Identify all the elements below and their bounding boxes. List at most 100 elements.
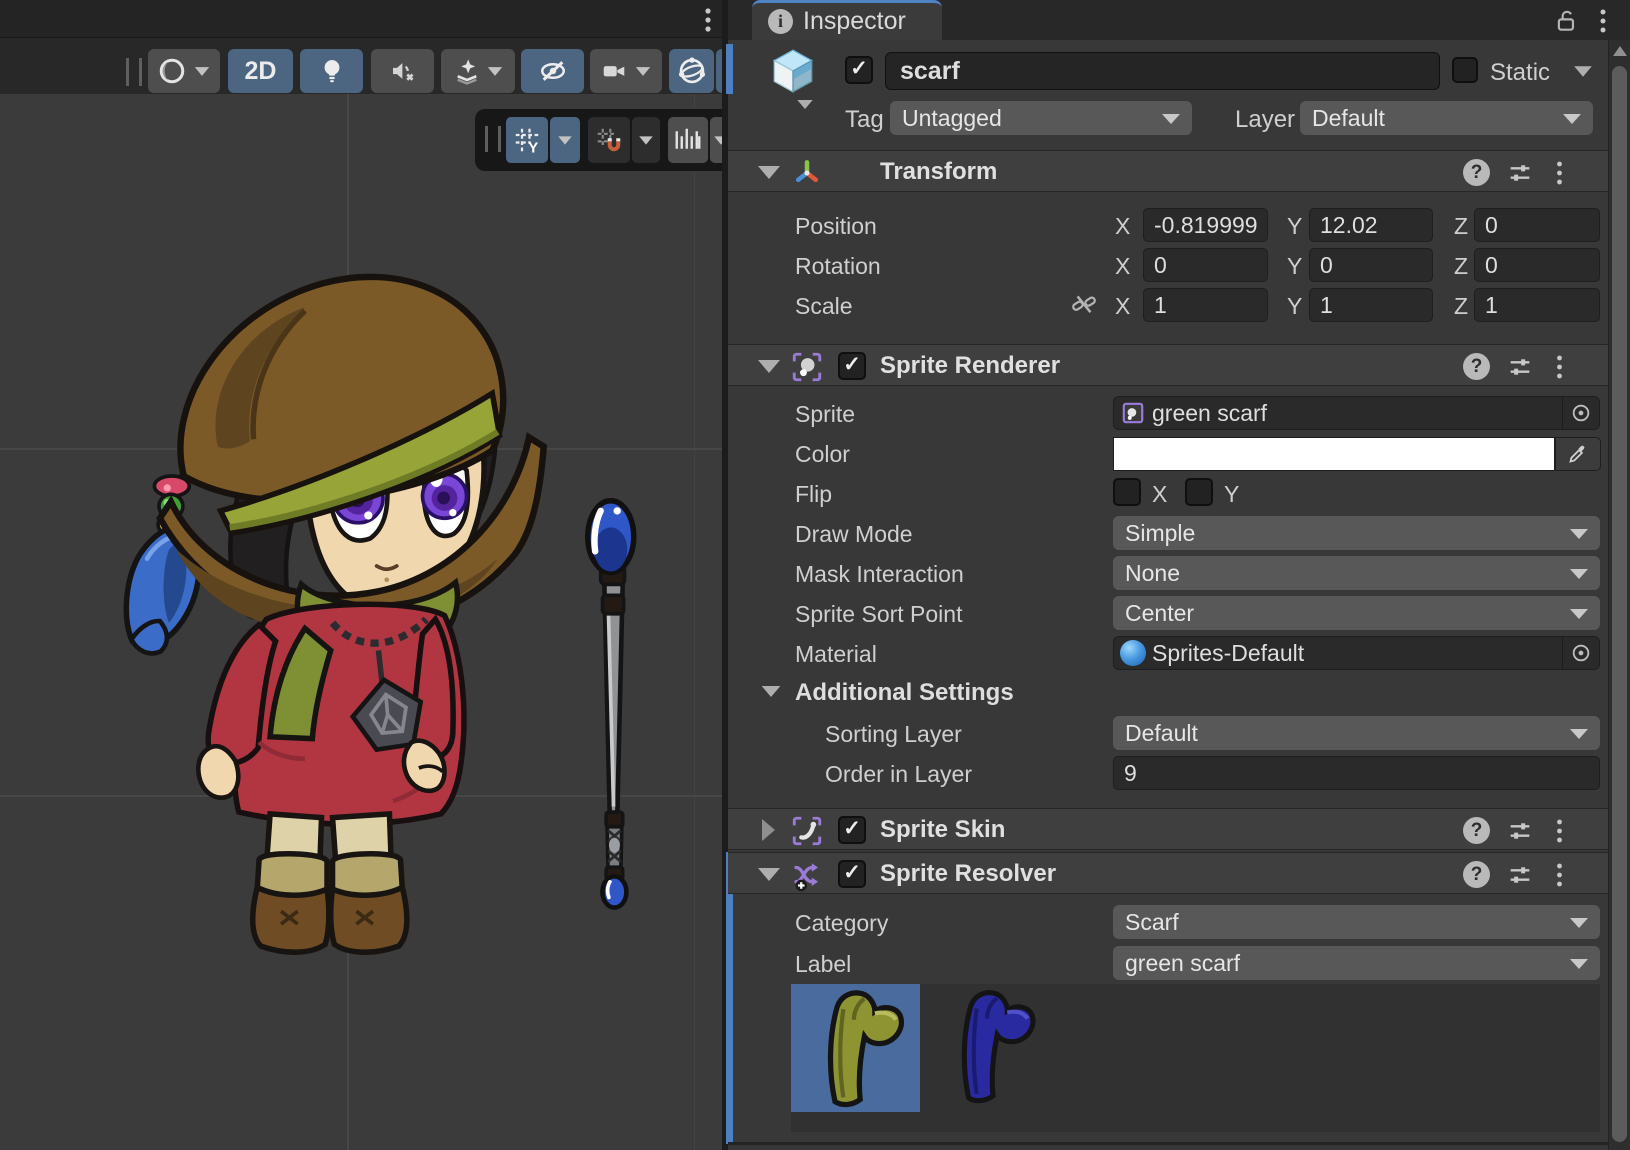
gameobject-name-field[interactable] [885, 52, 1440, 90]
component-menu-kebab-icon[interactable] [1553, 861, 1566, 889]
grid-snapping-button[interactable] [588, 117, 630, 163]
presets-icon[interactable] [1506, 159, 1534, 187]
chevron-down-icon [639, 136, 653, 144]
material-label: Material [795, 641, 877, 668]
object-picker-icon[interactable] [1562, 397, 1599, 429]
sprite-resolver-header[interactable]: Sprite Resolver [728, 852, 1608, 894]
flip-y-checkbox[interactable] [1185, 478, 1213, 506]
component-menu-kebab-icon[interactable] [1553, 817, 1566, 845]
snap-increment-dropdown[interactable] [710, 117, 722, 163]
position-y-field[interactable] [1309, 208, 1433, 242]
label-dropdown[interactable]: green scarf [1113, 946, 1600, 980]
static-checkbox[interactable] [1452, 57, 1478, 83]
help-icon[interactable] [1463, 861, 1490, 888]
material-object-field[interactable]: Sprites-Default [1113, 636, 1600, 670]
sprite-renderer-enabled-checkbox[interactable] [838, 352, 866, 380]
lock-open-icon[interactable] [1554, 8, 1580, 34]
2d-view-button[interactable]: 2D [228, 49, 293, 93]
scene-viewport[interactable]: Y [0, 94, 722, 1150]
help-icon[interactable] [1463, 817, 1490, 844]
rotation-x-field[interactable] [1143, 248, 1268, 282]
green-scarf-thumbnail-icon [801, 984, 911, 1110]
sprite-variant-green-scarf[interactable] [791, 984, 920, 1112]
scrollbar-thumb[interactable] [1612, 66, 1627, 1142]
position-x-field[interactable] [1143, 208, 1268, 242]
component-menu-kebab-icon[interactable] [1553, 353, 1566, 381]
toolbar-drag-handle[interactable] [485, 126, 501, 152]
snap-increment-button[interactable] [668, 117, 708, 163]
sprite-skin-header[interactable]: Sprite Skin [728, 808, 1608, 850]
sprite-resolver-accent-bar [726, 852, 733, 1144]
draw-mode-button[interactable] [148, 49, 220, 93]
chevron-down-icon [1570, 959, 1588, 969]
help-icon[interactable] [1463, 159, 1490, 186]
sorting-layer-dropdown[interactable]: Default [1113, 716, 1600, 750]
grid-visibility-button[interactable]: Y [506, 117, 548, 163]
category-dropdown[interactable]: Scarf [1113, 905, 1600, 939]
rotation-y-field[interactable] [1309, 248, 1433, 282]
transform-foldout[interactable] [758, 166, 780, 179]
scene-visibility-button[interactable] [521, 49, 584, 93]
inspector-scrollbar[interactable] [1608, 40, 1630, 1150]
position-label: Position [795, 213, 877, 240]
color-swatch[interactable] [1113, 437, 1555, 471]
toolbar-drag-handle[interactable] [126, 58, 142, 86]
transform-header[interactable]: Transform [728, 150, 1608, 192]
grid-snapping-dropdown[interactable] [632, 117, 660, 163]
rotation-z-field[interactable] [1474, 248, 1600, 282]
sprite-object-field[interactable]: green scarf [1113, 396, 1600, 430]
object-picker-icon[interactable] [1562, 637, 1599, 669]
static-dropdown-arrow[interactable] [1574, 66, 1592, 76]
inspector-menu-kebab-icon[interactable] [1596, 7, 1610, 35]
link-broken-icon[interactable] [1070, 290, 1098, 318]
sprite-skin-foldout[interactable] [762, 819, 775, 841]
presets-icon[interactable] [1506, 817, 1534, 845]
tab-inspector[interactable]: Inspector [752, 0, 942, 40]
scale-x-field[interactable] [1143, 288, 1268, 322]
tag-dropdown[interactable]: Untagged [890, 101, 1192, 135]
scene-lighting-button[interactable] [300, 49, 363, 93]
scale-z-field[interactable] [1474, 288, 1600, 322]
gameobject-cube-icon [768, 46, 818, 96]
shaded-sphere-icon [157, 56, 187, 86]
color-label: Color [795, 441, 850, 468]
position-z-field[interactable] [1474, 208, 1600, 242]
axis-x-label: X [1115, 253, 1130, 280]
2d-label: 2D [245, 57, 277, 86]
character-sprite[interactable] [0, 94, 722, 1150]
layer-dropdown[interactable]: Default [1300, 101, 1593, 135]
order-in-layer-field[interactable] [1113, 756, 1600, 790]
presets-icon[interactable] [1506, 861, 1534, 889]
additional-settings-foldout[interactable] [762, 686, 781, 697]
mask-interaction-dropdown[interactable]: None [1113, 556, 1600, 590]
gameobject-active-checkbox[interactable] [845, 56, 873, 84]
audio-mute-button[interactable] [371, 49, 434, 93]
gizmos-button[interactable] [669, 49, 714, 93]
camera-settings-button[interactable] [590, 49, 662, 93]
material-sphere-icon [1120, 640, 1146, 666]
gameobject-icon-dropdown-arrow[interactable] [797, 100, 812, 109]
grid-visibility-dropdown[interactable] [550, 117, 580, 163]
sprite-variant-blue-scarf[interactable] [934, 984, 1044, 1108]
sprite-skin-title: Sprite Skin [880, 816, 1005, 844]
help-icon[interactable] [1463, 353, 1490, 380]
transform-icon [790, 156, 824, 190]
draw-mode-dropdown[interactable]: Simple [1113, 516, 1600, 550]
effects-visibility-button[interactable] [441, 49, 515, 93]
sprite-resolver-enabled-checkbox[interactable] [838, 860, 866, 888]
sprite-renderer-header[interactable]: Sprite Renderer [728, 344, 1608, 386]
sprite-skin-enabled-checkbox[interactable] [838, 816, 866, 844]
flip-x-checkbox[interactable] [1113, 478, 1141, 506]
sprite-renderer-foldout[interactable] [758, 360, 780, 373]
scale-y-field[interactable] [1309, 288, 1433, 322]
chevron-down-icon [1162, 114, 1180, 124]
sprite-resolver-foldout[interactable] [758, 868, 780, 881]
eyedropper-button[interactable] [1555, 437, 1601, 471]
blue-scarf-thumbnail-icon [937, 984, 1041, 1106]
axis-z-label: Z [1454, 293, 1468, 320]
presets-icon[interactable] [1506, 353, 1534, 381]
scene-panel-menu-kebab-icon[interactable] [700, 6, 716, 34]
component-menu-kebab-icon[interactable] [1553, 159, 1566, 187]
sprite-sort-point-dropdown[interactable]: Center [1113, 596, 1600, 630]
scrollbar-up-arrow-icon[interactable] [1613, 46, 1627, 56]
